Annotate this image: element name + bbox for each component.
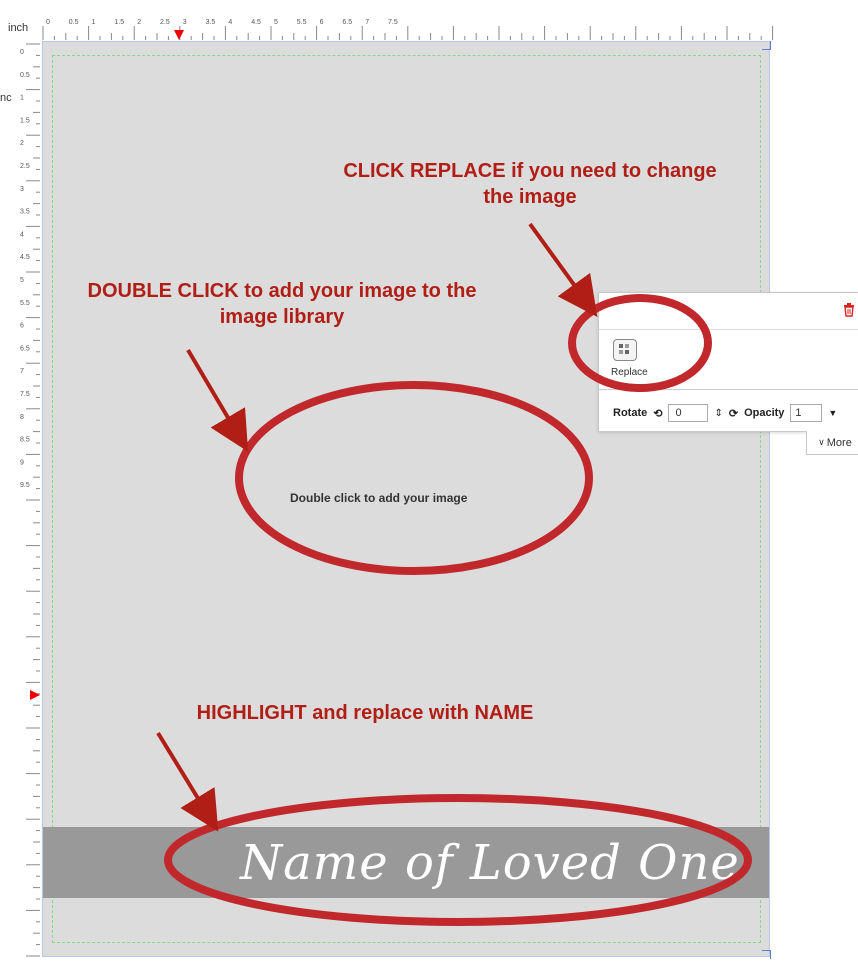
left-ruler: 0 0.5 1 1.5 2 2.5 3 3.5 4 4.5 5 5.5 6 6.5 7 7.5 8 8.5 9 9.5 <box>0 40 40 970</box>
ruler-tick-label: 5.5 <box>297 19 307 26</box>
panel-divider <box>599 389 858 390</box>
ruler-tick-label: 3 <box>183 19 187 26</box>
ruler-tick-label: 0 <box>20 49 24 56</box>
ruler-position-marker <box>30 690 40 700</box>
ruler-tick-label: 6.5 <box>20 345 30 352</box>
cut-off-text: nc <box>0 92 12 104</box>
ruler-tick-label: 2 <box>137 19 141 26</box>
ruler-tick-label: 0.5 <box>69 19 79 26</box>
ruler-tick-label: 4 <box>228 19 232 26</box>
canvas-corner-mark <box>762 41 771 50</box>
ruler-tick-label: 5 <box>20 277 24 284</box>
ruler-tick-label: 6 <box>20 323 24 330</box>
opacity-input[interactable]: 1 <box>790 404 823 422</box>
ruler-tick-label: 9 <box>20 459 24 466</box>
ruler-tick-label: 8.5 <box>20 437 30 444</box>
replace-label[interactable]: Replace <box>611 367 648 378</box>
ruler-tick-label: 2.5 <box>160 19 170 26</box>
ruler-tick-label: 7 <box>20 368 24 375</box>
trash-icon[interactable] <box>843 303 855 317</box>
ruler-position-marker <box>174 30 184 40</box>
ruler-tick-label: 7.5 <box>20 391 30 398</box>
rotate-stepper-icon[interactable]: ⇕ <box>714 408 722 419</box>
rotate-row: Rotate ⟲ 0 ⇕ ⟳ Opacity 1 ▼ <box>613 403 837 423</box>
ruler-tick-label: 4.5 <box>20 254 30 261</box>
image-settings-panel: Replace Rotate ⟲ 0 ⇕ ⟳ Opacity 1 ▼ <box>598 292 858 432</box>
name-text-field[interactable]: Name of Loved One <box>240 823 740 903</box>
highlight-annotation: HIGHLIGHT and replace with NAME <box>196 702 534 724</box>
ruler-tick-label: 1 <box>92 19 96 26</box>
replace-image-icon <box>619 344 629 354</box>
canvas-corner-mark <box>762 950 771 959</box>
replace-annotation: CLICK REPLACE if you need to change the … <box>343 160 717 208</box>
opacity-dropdown-icon[interactable]: ▼ <box>828 408 837 418</box>
ruler-tick-label: 1.5 <box>114 19 124 26</box>
ruler-tick-label: 4 <box>20 231 24 238</box>
ruler-tick-label: 5 <box>274 19 278 26</box>
ruler-tick-label: 9.5 <box>20 482 30 489</box>
ruler-tick-label: 0.5 <box>20 72 30 79</box>
rotate-right-icon[interactable]: ⟳ <box>729 407 738 420</box>
ruler-tick-label: 3.5 <box>206 19 216 26</box>
ruler-tick-label: 7.5 <box>388 19 398 26</box>
ruler-tick-label: 2 <box>20 140 24 147</box>
ruler-tick-label: 4.5 <box>251 19 261 26</box>
ruler-tick-label: 6 <box>320 19 324 26</box>
left-ruler-ticks: 0 0.5 1 1.5 2 2.5 3 3.5 4 4.5 5 5.5 6 6.5 7 7.5 8 8.5 9 9.5 <box>20 43 40 957</box>
rotate-left-icon[interactable]: ⟲ <box>653 407 662 420</box>
ruler-tick-label: 3 <box>20 186 24 193</box>
rotate-label: Rotate <box>613 407 648 419</box>
image-placeholder-text[interactable]: Double click to add your image <box>290 491 467 505</box>
top-ruler-ticks: 0 0.5 1 1.5 2 2.5 3 3.5 4 4.5 5 5.5 6 6.5 7 7.5 <box>42 19 774 40</box>
more-label: More <box>826 436 852 449</box>
ruler-tick-label: 1 <box>20 95 24 102</box>
ruler-tick-label: 1.5 <box>20 117 30 124</box>
ruler-tick-label: 0 <box>46 19 50 26</box>
ruler-unit-label: inch <box>8 22 29 34</box>
panel-header <box>599 293 858 330</box>
ruler-tick-label: 3.5 <box>20 209 30 216</box>
top-ruler: 0 0.5 1 1.5 2 2.5 3 3.5 4 4.5 5 5.5 6 6.5 7 7.5 <box>0 0 858 40</box>
opacity-label: Opacity <box>744 407 785 419</box>
ruler-tick-label: 7 <box>365 19 369 26</box>
ruler-tick-label: 2.5 <box>20 163 30 170</box>
ruler-tick-label: 5.5 <box>20 300 30 307</box>
replace-button[interactable] <box>613 339 637 361</box>
ruler-tick-label: 6.5 <box>342 19 352 26</box>
ruler-tick-label: 8 <box>20 414 24 421</box>
chevron-down-icon: ∨ <box>818 437 825 447</box>
double-click-annotation: DOUBLE CLICK to add your image to the im… <box>87 280 477 328</box>
more-button[interactable]: ∨ More <box>806 431 858 455</box>
rotate-input[interactable]: 0 <box>668 404 709 422</box>
